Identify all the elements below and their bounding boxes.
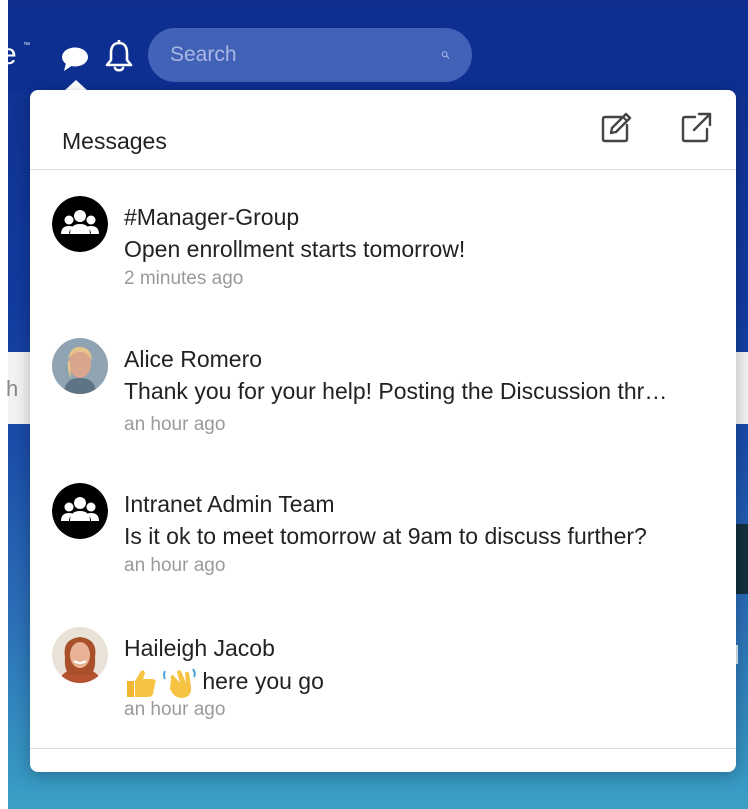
group-icon — [52, 196, 108, 252]
popover-header: Messages — [30, 90, 736, 170]
bell-icon[interactable] — [104, 40, 134, 74]
search-bar[interactable] — [148, 28, 472, 82]
emoji-group — [124, 667, 196, 699]
compose-message-button[interactable] — [598, 110, 634, 146]
compose-icon — [601, 112, 632, 143]
search-icon[interactable] — [441, 44, 450, 66]
message-preview: Is it ok to meet tomorrow at 9am to disc… — [124, 523, 647, 549]
messages-popover: Messages #Manager-Group Open enrollment … — [30, 90, 736, 772]
user-avatar — [52, 627, 108, 683]
message-preview: Thank you for your help! Posting the Dis… — [124, 378, 668, 404]
thumbs-up-icon — [127, 670, 156, 697]
message-timestamp: an hour ago — [124, 555, 226, 576]
brand-trademark: ™ — [23, 42, 30, 49]
message-sender: Haileigh Jacob — [124, 635, 275, 661]
message-sender: Intranet Admin Team — [124, 491, 335, 517]
waving-hand-icon — [163, 668, 196, 698]
message-item[interactable]: Intranet Admin Team Is it ok to meet tom… — [30, 483, 736, 623]
user-avatar — [52, 338, 108, 394]
search-input[interactable] — [170, 43, 441, 67]
chat-bubble-icon[interactable] — [60, 44, 90, 74]
external-link-icon — [681, 112, 712, 143]
message-preview-text: here you go — [202, 668, 324, 695]
message-preview: here you go — [124, 667, 714, 699]
popover-footer-divider — [30, 748, 736, 749]
message-sender: #Manager-Group — [124, 204, 300, 230]
open-in-new-window-button[interactable] — [678, 110, 714, 146]
popover-title: Messages — [62, 128, 167, 154]
message-item[interactable]: Haileigh Jacob here you go an hour ago — [30, 627, 736, 767]
background-text-fragment: h — [6, 376, 19, 401]
message-timestamp: an hour ago — [124, 699, 226, 720]
brand-logo-fragment: e — [0, 38, 17, 71]
message-sender: Alice Romero — [124, 346, 263, 372]
message-preview: Open enrollment starts tomorrow! — [124, 236, 466, 262]
message-timestamp: 2 minutes ago — [124, 268, 244, 289]
group-icon — [52, 483, 108, 539]
message-item[interactable]: #Manager-Group Open enrollment starts to… — [30, 196, 736, 336]
message-timestamp: an hour ago — [124, 414, 226, 435]
message-item[interactable]: Alice Romero Thank you for your help! Po… — [30, 338, 736, 478]
